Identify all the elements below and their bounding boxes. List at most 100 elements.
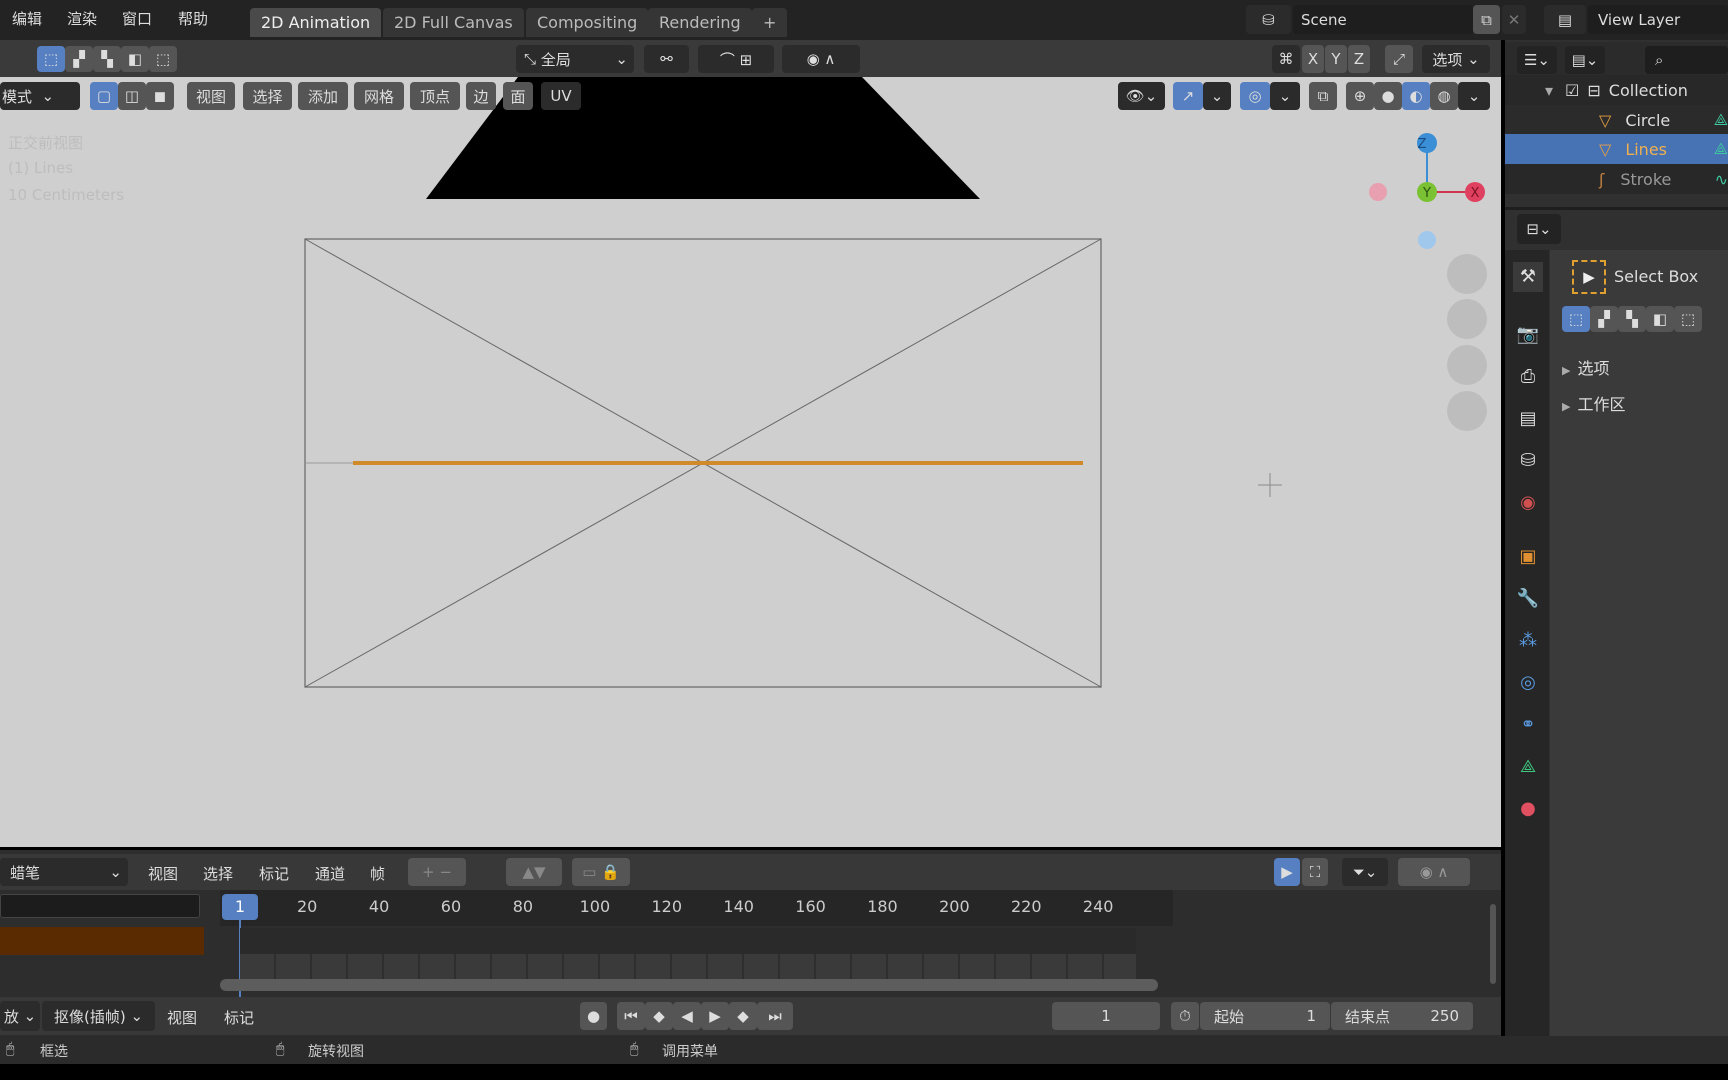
menu-mesh[interactable]: 网格	[354, 82, 404, 110]
particles-tab-icon[interactable]: ⁂	[1513, 626, 1543, 656]
outliner-item-circle[interactable]: ▽ Circle ⟁	[1505, 105, 1728, 135]
physics-tab-icon[interactable]: ◎	[1513, 668, 1543, 698]
filter-layer-icon[interactable]: ▤⌄	[1565, 46, 1605, 74]
options-dropdown[interactable]: 选项 ⌄	[1422, 45, 1490, 73]
horizontal-scrollbar[interactable]	[220, 979, 1158, 991]
material-tab-icon[interactable]: ●	[1513, 794, 1543, 824]
move-layer-buttons[interactable]: ▲▼	[506, 858, 562, 886]
gizmo-dropdown[interactable]: ⌄	[1203, 82, 1231, 110]
channel-row[interactable]	[0, 927, 204, 955]
mode-intersect-icon[interactable]: ⬚	[1674, 306, 1702, 332]
close-scene-icon[interactable]: ✕	[1502, 5, 1526, 34]
menu-view[interactable]: 视图	[187, 82, 235, 110]
menu-add[interactable]: 添加	[298, 82, 348, 110]
menu-edit[interactable]: 编辑	[12, 8, 42, 29]
mode-dropdown[interactable]: 模式 ⌄	[0, 82, 80, 110]
3d-viewport[interactable]: Z Y X 模式 ⌄ ▢ ◫ ◼ 视图 选择 添加 网格 顶点 边 面 UV 正…	[0, 77, 1501, 847]
add-remove-layer[interactable]: + −	[408, 858, 466, 886]
select-intersect-icon[interactable]: ⬚	[149, 46, 177, 72]
layer-visibility-lock[interactable]: ▭ 🔒	[572, 858, 630, 886]
tool-tab-icon[interactable]: ⚒	[1513, 262, 1543, 292]
tab-compositing[interactable]: Compositing	[526, 8, 649, 37]
scene-field[interactable]: Scene	[1293, 5, 1473, 34]
outliner-item-lines[interactable]: ▽ Lines ⟁	[1505, 134, 1728, 164]
mode-subtract-icon[interactable]: ▚	[1618, 306, 1646, 332]
next-keyframe-icon[interactable]: ◆	[729, 1002, 757, 1030]
prev-keyframe-icon[interactable]: ◆	[645, 1002, 673, 1030]
solid-shading-icon[interactable]: ●	[1374, 82, 1402, 110]
current-frame-field[interactable]: 1	[1052, 1002, 1160, 1030]
menu-channel[interactable]: 通道	[315, 863, 345, 884]
end-frame-field[interactable]: 结束点 250	[1331, 1002, 1473, 1030]
menu-face[interactable]: 面	[503, 82, 533, 110]
constraints-tab-icon[interactable]: ⚭	[1513, 710, 1543, 740]
menu-select[interactable]: 选择	[243, 82, 292, 110]
overlay-dropdown[interactable]: ⌄	[1270, 82, 1300, 110]
select-subtract-icon[interactable]: ▚	[93, 46, 121, 72]
menu-marker[interactable]: 标记	[224, 1007, 254, 1028]
menu-frame[interactable]: 帧	[370, 863, 385, 884]
select-extend-icon[interactable]: ▞	[65, 46, 93, 72]
xray-icon[interactable]: ⧉	[1309, 82, 1337, 110]
material-shading-icon[interactable]: ◐	[1402, 82, 1430, 110]
pivot-dropdown[interactable]: ⚯	[644, 45, 689, 73]
menu-window[interactable]: 窗口	[122, 8, 152, 29]
current-frame-indicator[interactable]: 1	[222, 894, 258, 920]
menu-marker[interactable]: 标记	[259, 863, 289, 884]
timeline-mode-dropdown[interactable]: 蜡笔 ⌄	[0, 858, 128, 886]
face-select-icon[interactable]: ◼	[146, 82, 174, 110]
keying-dropdown[interactable]: 抠像(插帧) ⌄	[42, 1001, 155, 1031]
proportional-edit[interactable]: ◉ ∧	[1398, 858, 1470, 886]
object-tab-icon[interactable]: ▣	[1513, 542, 1543, 572]
menu-view[interactable]: 视图	[148, 863, 178, 884]
snap-dropdown[interactable]: ⌒ ⊞	[698, 45, 774, 73]
show-hidden-icon[interactable]: ⛶	[1302, 858, 1328, 886]
axis-x-toggle[interactable]: X	[1302, 45, 1324, 73]
select-new-icon[interactable]: ⬚	[37, 46, 65, 72]
new-scene-icon[interactable]: ⧉	[1473, 5, 1500, 34]
auto-merge-icon[interactable]: ⤢	[1385, 45, 1413, 73]
visibility-dropdown[interactable]: 👁⌄	[1118, 82, 1165, 110]
outliner-item-collection[interactable]: ▾ ☑ ⊟ Collection	[1505, 75, 1728, 105]
editor-type-dropdown[interactable]: ⊟⌄	[1517, 214, 1561, 244]
filter-dropdown[interactable]: ⏷⌄	[1342, 858, 1388, 886]
menu-render[interactable]: 渲染	[67, 8, 97, 29]
orientation-dropdown[interactable]: ⤡ 全局 ⌄	[516, 45, 634, 73]
axis-z-toggle[interactable]: Z	[1348, 45, 1370, 73]
mode-extend-icon[interactable]: ▞	[1590, 306, 1618, 332]
mode-invert-icon[interactable]: ◧	[1646, 306, 1674, 332]
overlay-toggle-icon[interactable]: ◎	[1240, 82, 1270, 110]
menu-edge[interactable]: 边	[466, 82, 496, 110]
modifier-tab-icon[interactable]: 🔧	[1513, 584, 1543, 614]
rendered-shading-icon[interactable]: ◍	[1430, 82, 1458, 110]
scene-icon[interactable]: ⛁	[1246, 5, 1291, 34]
jump-end-icon[interactable]: ⏭	[757, 1002, 793, 1030]
add-workspace-button[interactable]: +	[752, 8, 788, 37]
output-tab-icon[interactable]: ⎙	[1513, 362, 1543, 392]
shading-dropdown[interactable]: ⌄	[1458, 82, 1490, 110]
playback-dropdown[interactable]: 放 ⌄	[0, 1001, 40, 1031]
view-layer-tab-icon[interactable]: ▤	[1513, 404, 1543, 434]
menu-select[interactable]: 选择	[203, 863, 233, 884]
scene-tab-icon[interactable]: ⛁	[1513, 446, 1543, 476]
mirror-icon[interactable]: ⌘	[1272, 45, 1300, 73]
only-selected-icon[interactable]: ▶	[1274, 858, 1300, 886]
axis-y-toggle[interactable]: Y	[1325, 45, 1347, 73]
tab-2d-animation[interactable]: 2D Animation	[250, 8, 382, 37]
section-options[interactable]: ▶ 选项	[1562, 355, 1609, 379]
mode-new-icon[interactable]: ⬚	[1562, 306, 1590, 332]
tab-2d-full-canvas[interactable]: 2D Full Canvas	[383, 8, 524, 37]
outliner-item-stroke[interactable]: ʃ Stroke ∿	[1505, 164, 1728, 194]
channel-search-input[interactable]	[0, 894, 200, 918]
outliner-search-input[interactable]: ⌕	[1645, 46, 1728, 74]
record-icon[interactable]: ●	[580, 1002, 607, 1030]
start-frame-field[interactable]: 起始 1	[1200, 1002, 1330, 1030]
render-tab-icon[interactable]: 📷	[1513, 320, 1543, 350]
display-mode-icon[interactable]: ☰⌄	[1517, 46, 1557, 74]
play-reverse-icon[interactable]: ◀	[673, 1002, 701, 1030]
wireframe-shading-icon[interactable]: ⊕	[1346, 82, 1374, 110]
proportional-edit[interactable]: ◉ ∧	[782, 45, 860, 73]
tab-rendering[interactable]: Rendering	[648, 8, 752, 37]
view-layer-field[interactable]: View Layer	[1588, 5, 1728, 34]
menu-help[interactable]: 帮助	[178, 8, 208, 29]
